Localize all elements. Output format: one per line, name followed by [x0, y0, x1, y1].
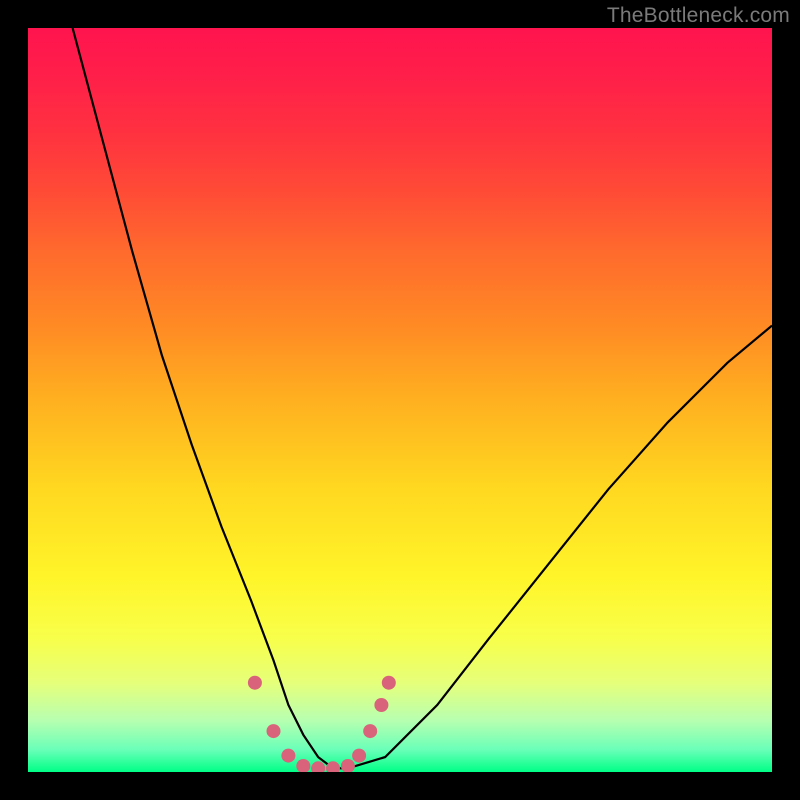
highlight-dot [326, 761, 340, 772]
highlight-dot [352, 749, 366, 763]
highlight-dot [281, 749, 295, 763]
chart-svg [28, 28, 772, 772]
chart-plot-area [28, 28, 772, 772]
watermark-text: TheBottleneck.com [607, 4, 790, 28]
highlight-dot [296, 759, 310, 772]
highlight-dot [374, 698, 388, 712]
highlight-dot [267, 724, 281, 738]
highlight-dot [382, 676, 396, 690]
highlight-dot [311, 761, 325, 772]
bottleneck-curve [73, 28, 772, 768]
highlight-dots [248, 676, 396, 772]
highlight-dot [248, 676, 262, 690]
highlight-dot [363, 724, 377, 738]
highlight-dot [341, 759, 355, 772]
